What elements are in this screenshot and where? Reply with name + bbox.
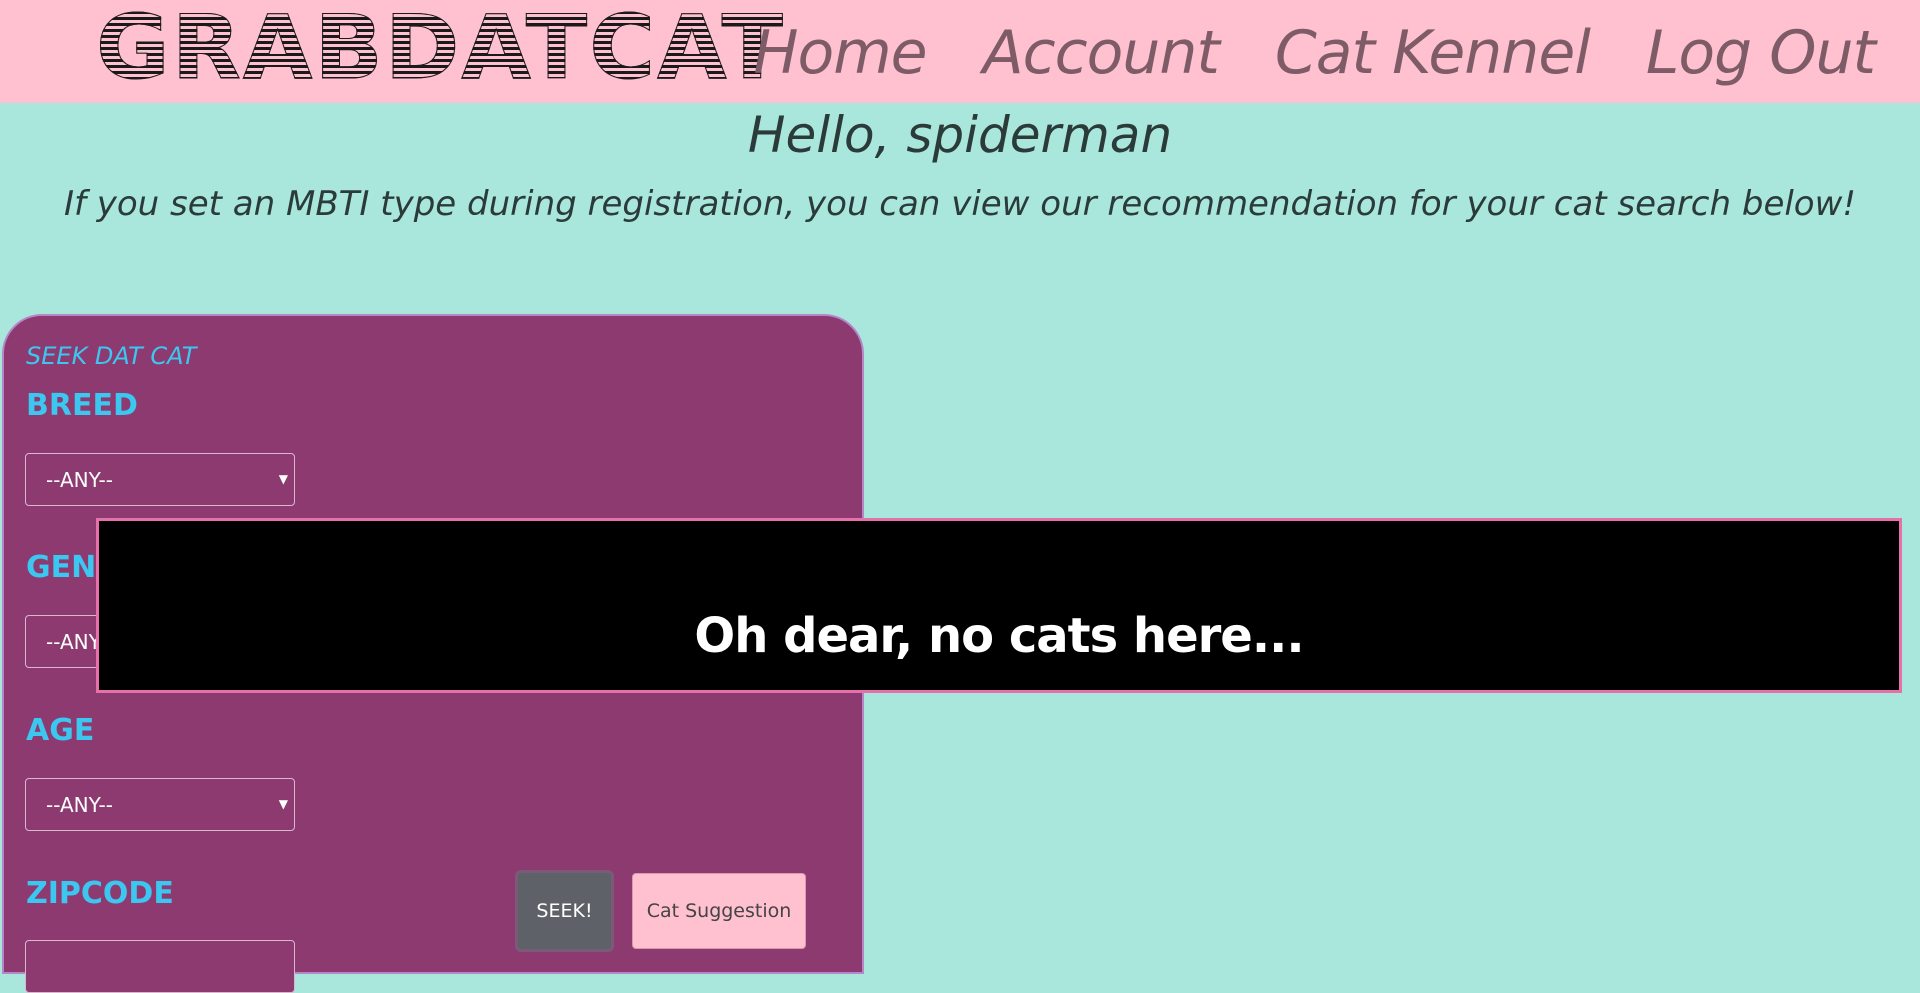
nav-log-out-link[interactable]: Log Out xyxy=(1646,18,1876,88)
site-logo[interactable]: GRABDATCAT xyxy=(95,3,783,92)
chevron-down-icon: ▼ xyxy=(278,797,288,811)
greeting-heading: Hello, spiderman xyxy=(747,106,1173,164)
zipcode-input[interactable] xyxy=(25,940,295,993)
nav-links: Home Account Cat Kennel Log Out xyxy=(753,15,1876,90)
zipcode-label: ZIPCODE xyxy=(26,876,174,911)
no-results-message: Oh dear, no cats here... xyxy=(694,608,1304,664)
cat-suggestion-button[interactable]: Cat Suggestion xyxy=(632,873,806,949)
navbar: GRABDATCAT Home Account Cat Kennel Log O… xyxy=(0,0,1920,103)
age-label: AGE xyxy=(26,713,95,748)
nav-home-link[interactable]: Home xyxy=(753,18,927,88)
mbti-info-text: If you set an MBTI type during registrat… xyxy=(63,184,1857,224)
breed-label: BREED xyxy=(26,388,138,423)
logo-text: GRABDATCAT xyxy=(95,0,785,99)
age-select-value: --ANY-- xyxy=(46,792,113,817)
seek-button[interactable]: SEEK! xyxy=(515,870,614,952)
search-panel-title: SEEK DAT CAT xyxy=(26,342,197,370)
breed-select[interactable]: --ANY-- ▼ xyxy=(25,453,295,506)
age-select[interactable]: --ANY-- ▼ xyxy=(25,778,295,831)
chevron-down-icon: ▼ xyxy=(278,472,288,486)
no-results-overlay: Oh dear, no cats here... xyxy=(96,518,1902,693)
nav-cat-kennel-link[interactable]: Cat Kennel xyxy=(1275,18,1591,88)
nav-account-link[interactable]: Account xyxy=(983,18,1220,88)
breed-select-value: --ANY-- xyxy=(46,467,113,492)
